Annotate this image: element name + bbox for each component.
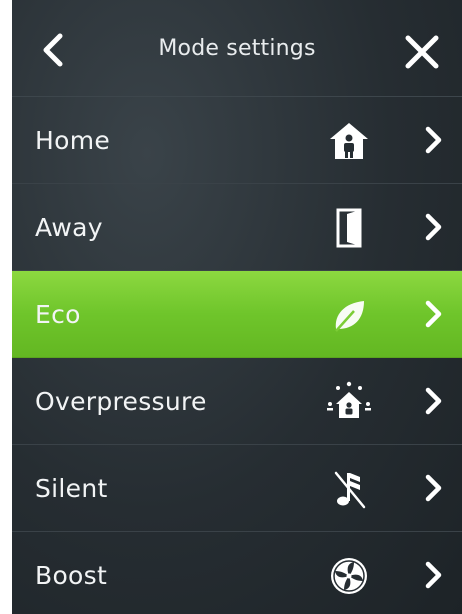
- mode-label: Home: [35, 126, 111, 155]
- home-person-icon: [330, 123, 368, 159]
- close-icon[interactable]: [402, 32, 442, 72]
- mode-item-boost[interactable]: Boost: [12, 532, 462, 614]
- chevron-right-icon: [425, 387, 442, 415]
- mode-item-home[interactable]: Home: [12, 97, 462, 184]
- mode-item-eco[interactable]: Eco: [12, 271, 462, 358]
- mode-label: Boost: [35, 561, 108, 590]
- door-open-icon: [336, 208, 362, 248]
- house-pressure-icon: [327, 381, 371, 418]
- chevron-right-icon: [425, 213, 442, 241]
- muted-note-icon: [334, 471, 366, 509]
- mode-item-away[interactable]: Away: [12, 184, 462, 271]
- leaf-icon: [335, 301, 364, 332]
- mode-label: Eco: [35, 300, 81, 329]
- chevron-right-icon: [425, 126, 442, 154]
- chevron-right-icon: [425, 561, 442, 589]
- chevron-right-icon: [425, 300, 442, 328]
- chevron-right-icon: [425, 474, 442, 502]
- fan-icon: [331, 558, 367, 594]
- mode-label: Silent: [35, 474, 108, 503]
- mode-list: Home Away Eco Overpressure Silent Boost: [12, 97, 462, 614]
- mode-label: Overpressure: [35, 387, 207, 416]
- mode-settings-screen: Mode settings Home Away Eco Overpressure…: [12, 0, 462, 614]
- page-title: Mode settings: [158, 36, 316, 61]
- mode-item-overpressure[interactable]: Overpressure: [12, 358, 462, 445]
- mode-label: Away: [35, 213, 103, 242]
- header-bar: Mode settings: [12, 0, 462, 97]
- mode-item-silent[interactable]: Silent: [12, 445, 462, 532]
